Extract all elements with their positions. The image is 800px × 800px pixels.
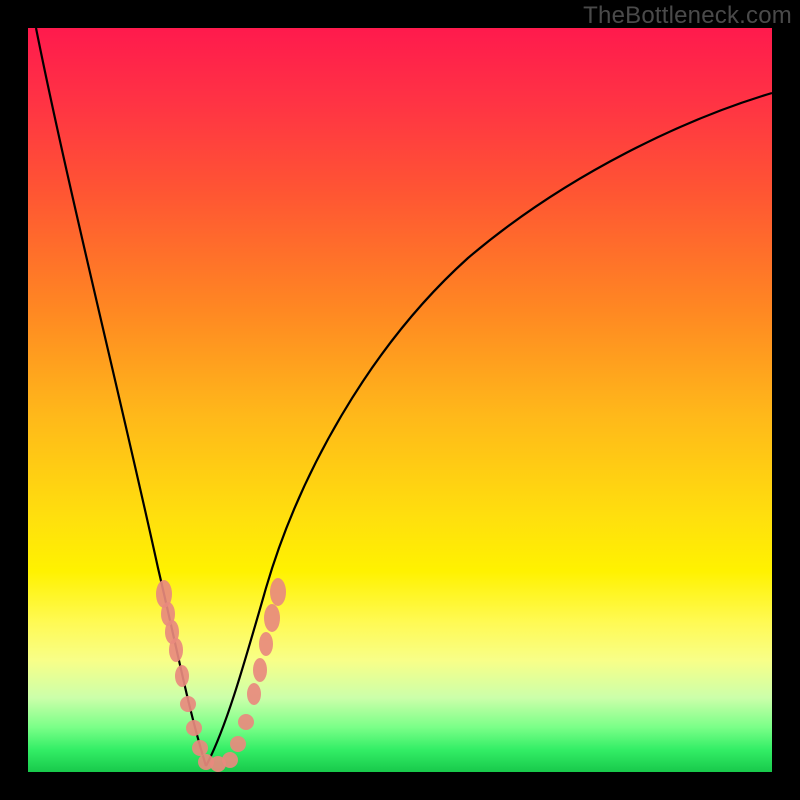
marker-point bbox=[247, 683, 261, 705]
sample-point-markers bbox=[156, 578, 286, 772]
chart-area bbox=[28, 28, 772, 772]
marker-point bbox=[270, 578, 286, 606]
marker-point bbox=[186, 720, 202, 736]
marker-point bbox=[238, 714, 254, 730]
curve-right-branch bbox=[206, 93, 772, 766]
bottleneck-curve bbox=[28, 28, 772, 772]
marker-point bbox=[222, 752, 238, 768]
marker-point bbox=[259, 632, 273, 656]
watermark-text: TheBottleneck.com bbox=[583, 2, 792, 30]
marker-point bbox=[230, 736, 246, 752]
marker-point bbox=[264, 604, 280, 632]
marker-point bbox=[169, 638, 183, 662]
marker-point bbox=[180, 696, 196, 712]
marker-point bbox=[253, 658, 267, 682]
marker-point bbox=[192, 740, 208, 756]
marker-point bbox=[175, 665, 189, 687]
